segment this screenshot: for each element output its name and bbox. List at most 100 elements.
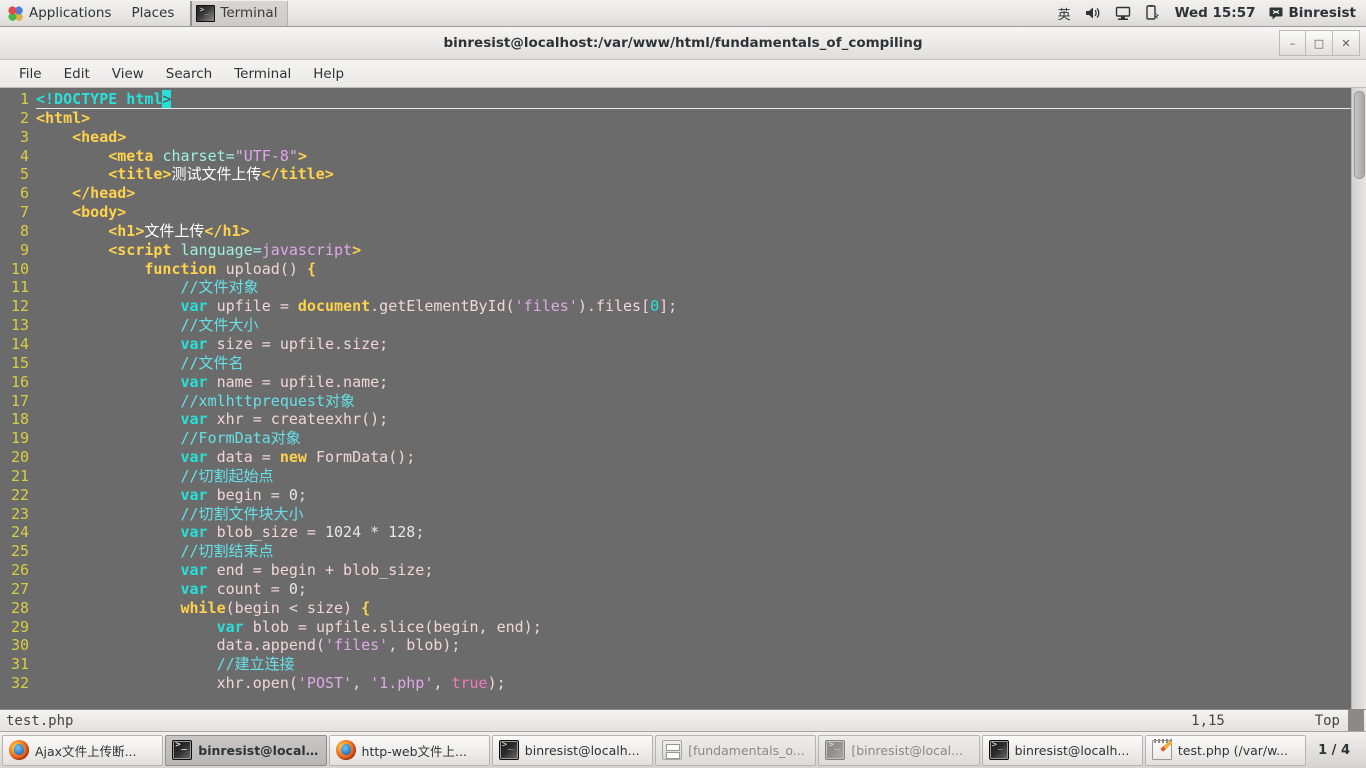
code-line[interactable]: 28 while(begin < size) {: [0, 599, 1351, 618]
applications-label: Applications: [29, 5, 112, 21]
code-line[interactable]: 25 //切割结束点: [0, 542, 1351, 561]
user-name-label: Binresist: [1288, 5, 1357, 21]
line-number: 5: [19, 165, 29, 184]
code-line[interactable]: 29 var blob = upfile.slice(begin, end);: [0, 618, 1351, 637]
code-token: //文件对象: [180, 278, 259, 297]
line-number: 24: [10, 523, 29, 542]
code-token: "UTF-8": [234, 146, 298, 165]
code-token: ;: [297, 485, 307, 504]
terminal-scrollbar[interactable]: [1351, 88, 1366, 709]
workspace-switcher[interactable]: 1 / 4: [1308, 743, 1364, 758]
taskbar-item[interactable]: binresist@localh...: [981, 734, 1143, 766]
taskbar-item[interactable]: [binresist@local...: [818, 734, 980, 766]
clock[interactable]: Wed 15:57: [1166, 5, 1265, 21]
taskbar-item[interactable]: [fundamentals_o...: [655, 734, 817, 766]
menu-item-file[interactable]: File: [8, 60, 53, 88]
code-line[interactable]: 10 function upload() {: [0, 260, 1351, 279]
code-line[interactable]: 1 <!DOCTYPE html >: [0, 89, 1351, 109]
code-line[interactable]: 26 var end = begin + blob_size;: [0, 561, 1351, 580]
user-menu[interactable]: Binresist: [1265, 5, 1366, 21]
scrollbar-thumb[interactable]: [1354, 91, 1365, 179]
taskbar-item[interactable]: binresist@localh...: [491, 734, 654, 766]
line-number: 20: [10, 448, 29, 467]
line-number: 21: [10, 466, 29, 485]
taskbar-item[interactable]: http-web文件上...: [328, 734, 490, 766]
code-line[interactable]: 8 <h1>文件上传</h1>: [0, 222, 1351, 241]
taskbar-item[interactable]: Ajax文件上传断...: [2, 734, 164, 766]
code-line[interactable]: 30 data.append('files', blob);: [0, 636, 1351, 655]
line-number: 25: [10, 542, 29, 561]
code-line[interactable]: 7 <body>: [0, 203, 1351, 222]
minimize-button[interactable]: –: [1279, 30, 1306, 56]
menu-item-edit[interactable]: Edit: [53, 60, 101, 88]
places-menu[interactable]: Places: [121, 0, 184, 27]
display-indicator[interactable]: [1108, 6, 1138, 21]
code-line[interactable]: 21 //切割起始点: [0, 467, 1351, 486]
menu-item-help[interactable]: Help: [302, 60, 355, 88]
window-list-terminal-button[interactable]: Terminal: [190, 0, 289, 26]
applications-menu[interactable]: Applications: [0, 0, 121, 27]
window-title-bar[interactable]: binresist@localhost:/var/www/html/fundam…: [0, 27, 1366, 60]
code-line[interactable]: 11 //文件对象: [0, 278, 1351, 297]
code-line[interactable]: 20 var data = new FormData();: [0, 448, 1351, 467]
code-line[interactable]: 24 var blob_size = 1024 * 128;: [0, 523, 1351, 542]
taskbar-item[interactable]: test.php (/var/w...: [1144, 734, 1307, 766]
code-line[interactable]: 3 <head>: [0, 128, 1351, 147]
code-token: data =: [207, 448, 280, 467]
code-token: var: [180, 297, 208, 316]
code-line[interactable]: 31 //建立连接: [0, 655, 1351, 674]
code-line[interactable]: 18 var xhr = createexhr();: [0, 410, 1351, 429]
code-line[interactable]: 9 <script language=javascript>: [0, 241, 1351, 260]
menu-item-view[interactable]: View: [101, 60, 155, 88]
code-token: .getElementById(: [370, 297, 515, 316]
code-token: ];: [659, 297, 678, 316]
code-line[interactable]: 23 //切割文件块大小: [0, 505, 1351, 524]
taskbar-item[interactable]: binresist@localh...: [165, 734, 327, 766]
terminal-window: binresist@localhost:/var/www/html/fundam…: [0, 27, 1366, 732]
line-number: 12: [10, 297, 29, 316]
code-line[interactable]: 14 var size = upfile.size;: [0, 335, 1351, 354]
line-text: //切割结束点: [36, 542, 1351, 561]
code-token: var: [180, 485, 208, 504]
input-method-indicator[interactable]: 英: [1051, 4, 1078, 23]
menu-label: Search: [165, 65, 213, 82]
line-number: 9: [19, 240, 29, 259]
code-line[interactable]: 27 var count = 0;: [0, 580, 1351, 599]
code-line[interactable]: 32 xhr.open('POST', '1.php', true);: [0, 674, 1351, 693]
code-line[interactable]: 6 </head>: [0, 184, 1351, 203]
menu-item-search[interactable]: Search: [155, 60, 223, 88]
code-token: 0: [650, 297, 660, 316]
maximize-button[interactable]: □: [1306, 30, 1333, 56]
code-line[interactable]: 4 <meta charset="UTF-8">: [0, 147, 1351, 166]
code-line[interactable]: 12 var upfile = document.getElementById(…: [0, 297, 1351, 316]
code-line[interactable]: 2 <html>: [0, 109, 1351, 128]
code-line[interactable]: 15 //文件名: [0, 354, 1351, 373]
menu-item-terminal[interactable]: Terminal: [223, 60, 302, 88]
code-token: data.append(: [216, 636, 325, 655]
code-line[interactable]: 5 <title>测试文件上传</title>: [0, 165, 1351, 184]
code-line[interactable]: 19 //FormData对象: [0, 429, 1351, 448]
line-text: <body>: [36, 203, 1351, 222]
volume-indicator[interactable]: [1078, 6, 1108, 20]
code-token: {: [306, 259, 316, 278]
code-line[interactable]: 22 var begin = 0;: [0, 486, 1351, 505]
vim-editor-buffer[interactable]: 1 <!DOCTYPE html >2 <html> 3 <head> 4 <meta c…: [0, 88, 1351, 709]
code-token: 'POST': [297, 674, 353, 693]
code-token: javascript: [261, 240, 353, 259]
code-line[interactable]: 16 var name = upfile.name;: [0, 373, 1351, 392]
code-line[interactable]: 13 //文件大小: [0, 316, 1351, 335]
code-line[interactable]: 17 //xmlhttprequest对象: [0, 392, 1351, 411]
menu-label: File: [19, 65, 42, 82]
battery-icon: [1145, 5, 1159, 20]
power-indicator[interactable]: [1138, 5, 1166, 21]
code-token: var: [180, 448, 208, 467]
close-button[interactable]: ✕: [1333, 30, 1360, 56]
